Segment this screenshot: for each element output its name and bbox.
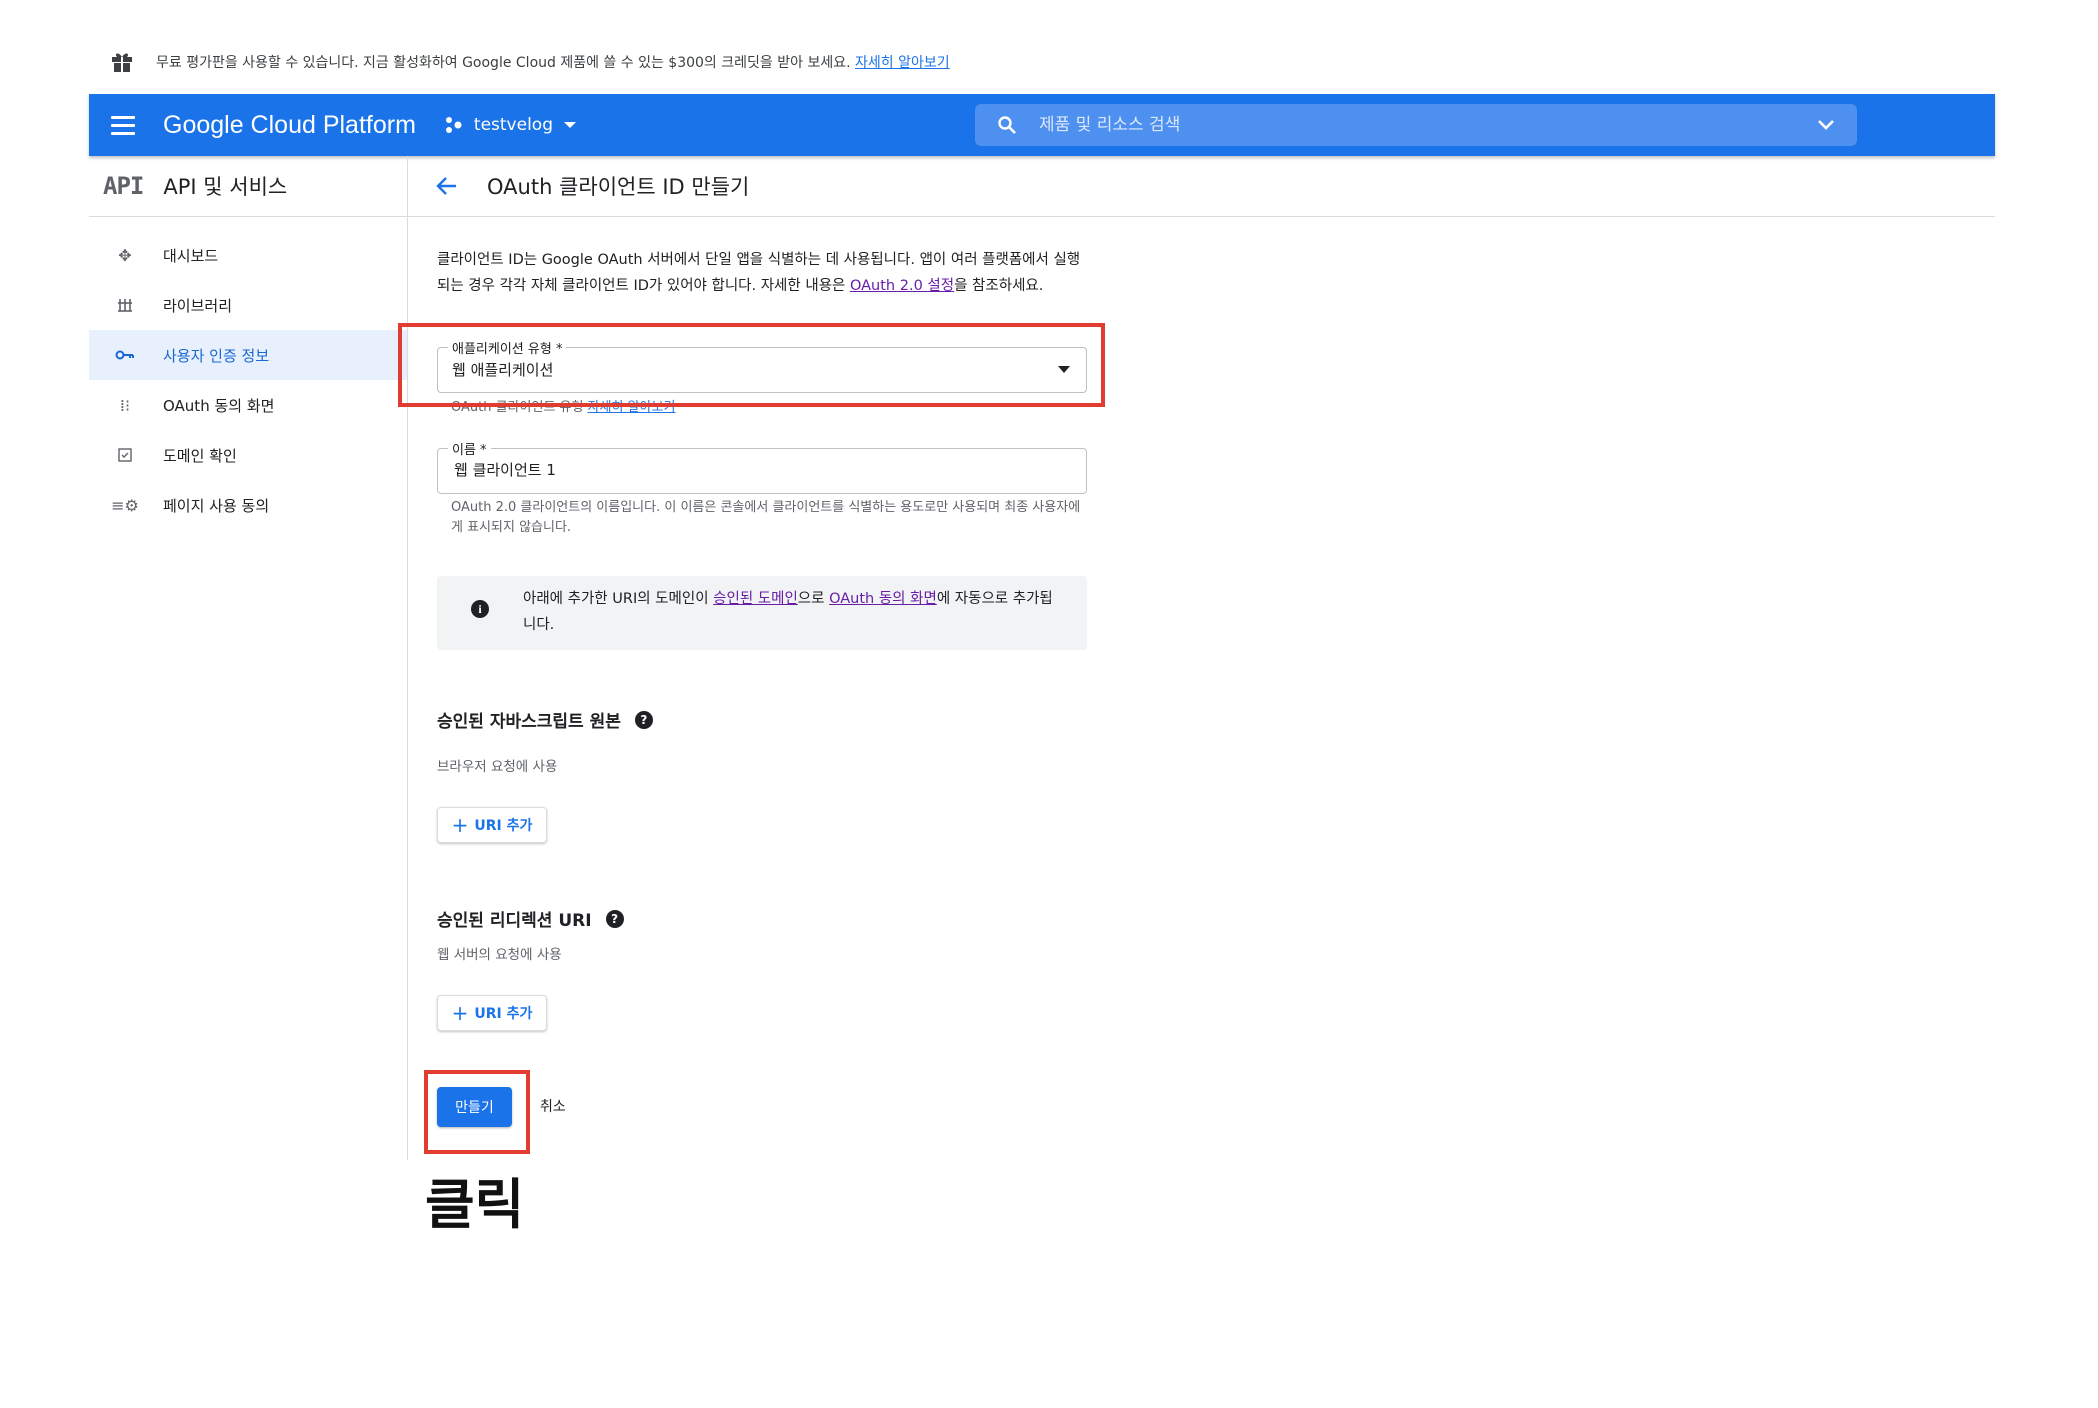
- promo-text: 무료 평가판을 사용할 수 있습니다. 지금 활성화하여 Google Clou…: [156, 55, 851, 71]
- sidebar-item-dashboard[interactable]: ✥ 대시보드: [89, 230, 407, 280]
- page-header: OAuth 클라이언트 ID 만들기: [407, 156, 1995, 217]
- api-logo: API: [103, 172, 144, 200]
- caret-down-icon: [564, 122, 576, 128]
- sidebar: API API 및 서비스 ✥ 대시보드 라이브러리 사용자 인증 정보 ⁞⁝ …: [89, 156, 408, 1160]
- sidebar-item-credentials[interactable]: 사용자 인증 정보: [89, 330, 407, 380]
- plus-icon: +: [451, 813, 469, 837]
- chevron-down-icon[interactable]: [1815, 114, 1837, 136]
- brand-title[interactable]: Google Cloud Platform: [163, 111, 416, 140]
- search-icon: [998, 116, 1016, 134]
- project-name: testvelog: [473, 115, 553, 135]
- add-js-origin-uri-button[interactable]: + URI 추가: [437, 807, 547, 843]
- client-name-input[interactable]: [452, 459, 1056, 479]
- sidebar-item-oauth-consent[interactable]: ⁞⁝ OAuth 동의 화면: [89, 380, 407, 430]
- key-icon: [111, 349, 139, 361]
- info-icon: i: [471, 600, 489, 618]
- library-icon: [111, 297, 139, 313]
- js-origins-subtitle: 브라우저 요청에 사용: [437, 759, 558, 775]
- search-box[interactable]: [975, 104, 1857, 146]
- sidebar-item-domain-verification[interactable]: 도메인 확인: [89, 430, 407, 480]
- highlight-create-button: [424, 1070, 530, 1154]
- authorized-domains-link[interactable]: 승인된 도메인: [713, 591, 798, 607]
- click-annotation-label: 클릭: [425, 1173, 525, 1236]
- client-name-label: 이름 *: [448, 439, 491, 458]
- sidebar-item-page-agreement[interactable]: ≡⚙ 페이지 사용 동의: [89, 480, 407, 530]
- promo-learn-more-link[interactable]: 자세히 알아보기: [855, 55, 950, 71]
- page-title: OAuth 클라이언트 ID 만들기: [487, 175, 750, 199]
- help-icon[interactable]: ?: [634, 710, 653, 729]
- sidebar-header: API API 및 서비스: [89, 156, 407, 217]
- add-redirect-uri-button[interactable]: + URI 추가: [437, 995, 547, 1031]
- domain-notice-text: 아래에 추가한 URI의 도메인이 승인된 도메인으로 OAuth 동의 화면에…: [523, 591, 1053, 633]
- help-icon[interactable]: ?: [605, 909, 624, 928]
- domain-notice: i 아래에 추가한 URI의 도메인이 승인된 도메인으로 OAuth 동의 화…: [437, 576, 1087, 650]
- oauth-consent-screen-link[interactable]: OAuth 동의 화면: [829, 591, 937, 607]
- back-arrow-icon[interactable]: [431, 170, 463, 202]
- plus-icon: +: [451, 1001, 469, 1025]
- page-description: 클라이언트 ID는 Google OAuth 서버에서 단일 앱을 식별하는 데…: [437, 252, 1081, 294]
- dashboard-icon: ✥: [118, 245, 132, 265]
- js-origins-section-title: 승인된 자바스크립트 원본 ?: [437, 707, 653, 732]
- domain-check-icon: [111, 448, 139, 462]
- oauth-settings-link[interactable]: OAuth 2.0 설정: [850, 278, 954, 294]
- client-name-field[interactable]: 이름 *: [437, 439, 1087, 494]
- consent-icon: ⁞⁝: [119, 395, 131, 415]
- project-icon: [445, 117, 462, 133]
- menu-icon[interactable]: [111, 111, 139, 139]
- highlight-application-type: [398, 323, 1105, 407]
- sidebar-item-library[interactable]: 라이브러리: [89, 280, 407, 330]
- client-name-hint: OAuth 2.0 클라이언트의 이름입니다. 이 이름은 콘솔에서 클라이언트…: [451, 500, 1081, 535]
- top-header: Google Cloud Platform testvelog: [89, 94, 1995, 156]
- page-agreement-icon: ≡⚙: [111, 495, 139, 515]
- cancel-button[interactable]: 취소: [540, 1096, 566, 1116]
- search-input[interactable]: [1037, 114, 1801, 136]
- sidebar-title: API 및 서비스: [163, 175, 288, 199]
- gift-icon: [112, 53, 132, 72]
- project-selector[interactable]: testvelog: [444, 115, 577, 135]
- redirect-uris-subtitle: 웹 서버의 요청에 사용: [437, 947, 562, 963]
- promo-bar: 무료 평가판을 사용할 수 있습니다. 지금 활성화하여 Google Clou…: [110, 46, 950, 78]
- redirect-uris-section-title: 승인된 리디렉션 URI ?: [437, 906, 624, 931]
